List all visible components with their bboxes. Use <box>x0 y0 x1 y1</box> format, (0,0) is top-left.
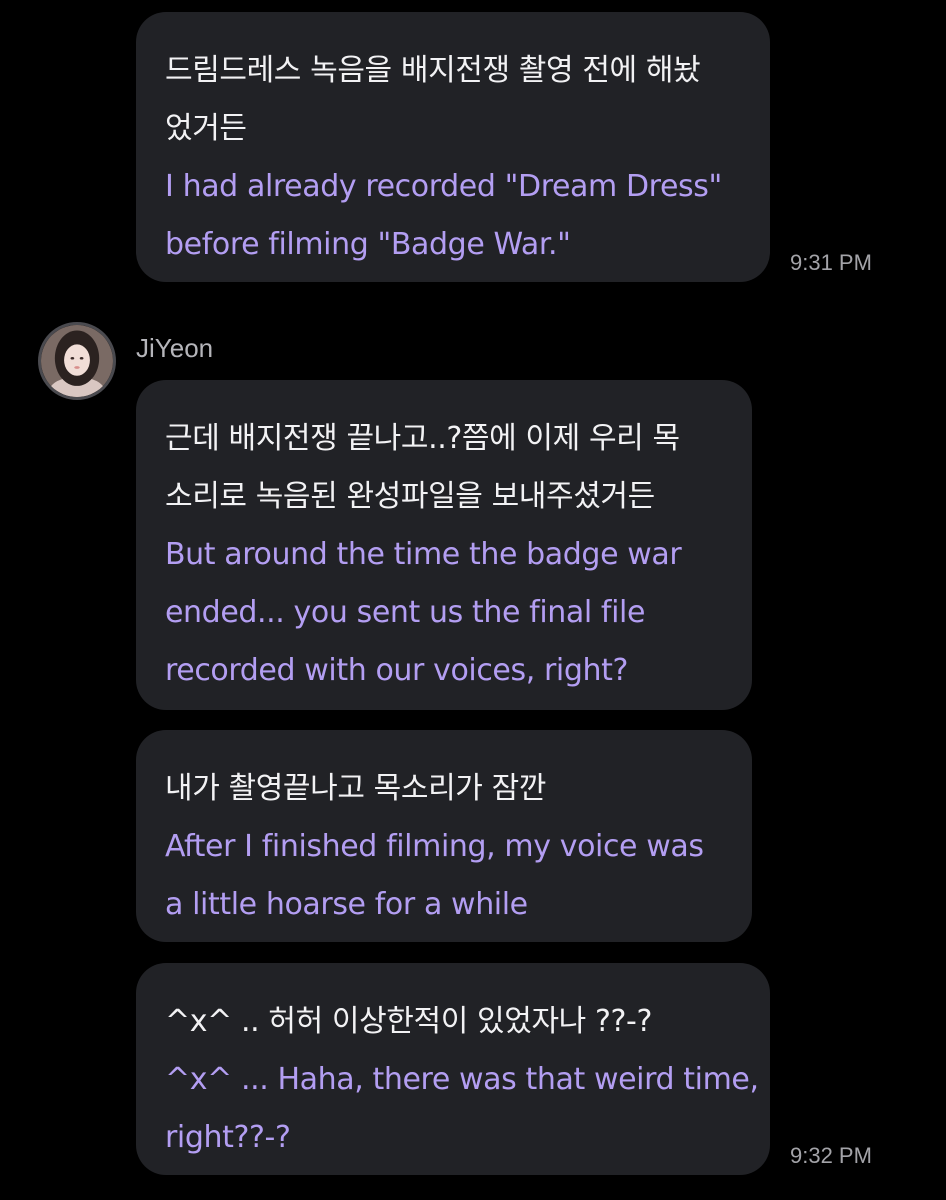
message-translation-text: recorded with our voices, right? <box>165 653 628 688</box>
message-original-text: ^x^ .. 허허 이상한적이 있었자나 ??-? <box>165 1004 652 1039</box>
message-original-text: 었거든 <box>165 111 247 146</box>
message-translation-text: right??-? <box>165 1120 291 1155</box>
message-translation-text: But around the time the badge war <box>165 537 682 572</box>
message-original-text: 근데 배지전쟁 끝나고..?쯤에 이제 우리 목 <box>165 421 680 456</box>
message-timestamp: 9:31 PM <box>790 250 872 275</box>
message-original-text: 드림드레스 녹음을 배지전쟁 촬영 전에 해놨 <box>165 53 701 88</box>
message-translation-text: I had already recorded "Dream Dress" <box>165 169 722 204</box>
message-translation-text: ^x^ ... Haha, there was that weird time, <box>165 1062 759 1097</box>
message-translation-text: ended... you sent us the final file <box>165 595 646 630</box>
message-bubble[interactable]: ^x^ .. 허허 이상한적이 있었자나 ??-? ^x^ ... Haha, … <box>136 963 770 1175</box>
message-timestamp: 9:32 PM <box>790 1143 872 1168</box>
message-original-text: 소리로 녹음된 완성파일을 보내주셨거든 <box>165 479 655 514</box>
message-bubble[interactable]: 내가 촬영끝나고 목소리가 잠깐 After I finished filmin… <box>136 730 752 942</box>
sender-name[interactable]: JiYeon <box>136 333 213 364</box>
message-bubble[interactable]: 근데 배지전쟁 끝나고..?쯤에 이제 우리 목 소리로 녹음된 완성파일을 보… <box>136 380 752 710</box>
message-translation-text: After I finished filming, my voice was <box>165 829 704 864</box>
avatar[interactable] <box>38 322 116 400</box>
avatar-photo <box>41 325 113 397</box>
message-bubble[interactable]: 드림드레스 녹음을 배지전쟁 촬영 전에 해놨 었거든 I had alread… <box>136 12 770 282</box>
message-translation-text: before filming "Badge War." <box>165 227 571 262</box>
message-original-text: 내가 촬영끝나고 목소리가 잠깐 <box>165 771 547 806</box>
message-translation-text: a little hoarse for a while <box>165 887 528 922</box>
